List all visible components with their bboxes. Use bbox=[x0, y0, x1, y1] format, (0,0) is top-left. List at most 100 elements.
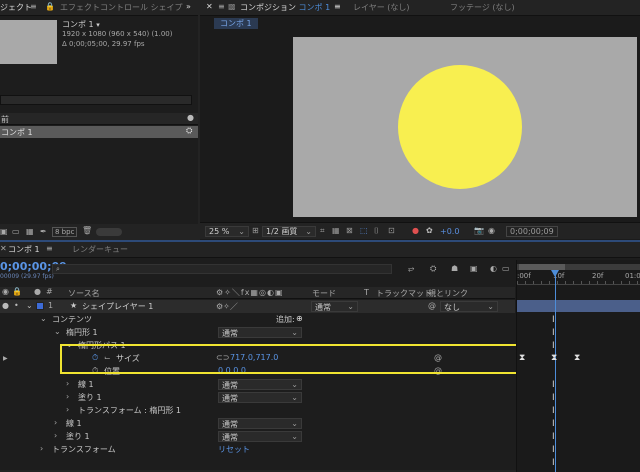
tab-comp[interactable]: コンポ 1 bbox=[8, 244, 40, 255]
camera-snapshot-icon[interactable]: 📷 bbox=[474, 226, 484, 235]
tab-render-queue[interactable]: レンダーキュー bbox=[72, 244, 128, 255]
graph-editor-icon[interactable]: ▭ bbox=[502, 264, 510, 273]
layer-row[interactable]: ● • ⌄ 1 ★ シェイプレイヤー 1 ⚙✧／ 通常 ⌄ @ なし ⌄ bbox=[0, 300, 515, 313]
stroke-mode-dropdown[interactable]: 通常 ⌄ bbox=[218, 379, 302, 390]
fill2-mode-dropdown[interactable]: 通常 ⌄ bbox=[218, 431, 302, 442]
interpret-footage-icon[interactable]: ▣ bbox=[0, 227, 8, 236]
pen-tool-icon[interactable]: ✒ bbox=[40, 227, 47, 236]
expand-chevron-icon[interactable]: › bbox=[40, 444, 43, 453]
keyframe-size-current[interactable]: ⧗ bbox=[551, 353, 557, 363]
contents-row[interactable]: ⌄ コンテンツ 追加: ⊕ bbox=[0, 313, 515, 326]
tab-project[interactable]: ジェクト bbox=[0, 2, 32, 13]
lock-icon[interactable]: 🔒 bbox=[45, 2, 55, 11]
region-of-interest-icon[interactable]: ⬚ bbox=[360, 226, 368, 235]
expand-chevron-icon[interactable]: ⌄ bbox=[26, 301, 33, 310]
lock-column-icon[interactable]: 🔒 bbox=[12, 287, 22, 296]
comp-name-dropdown-icon[interactable]: ▾ bbox=[96, 21, 100, 29]
playhead-head[interactable] bbox=[551, 270, 559, 277]
pickwhip-icon[interactable]: @ bbox=[428, 301, 436, 310]
stroke2-row[interactable]: › 線 1 通常 ⌄ bbox=[0, 417, 515, 430]
solo-icon[interactable]: • bbox=[14, 301, 19, 310]
mode-header[interactable]: モード bbox=[312, 288, 336, 299]
snapshot-grid-icon[interactable]: ⊞ bbox=[252, 226, 259, 235]
channel-rgb-icon[interactable]: ● bbox=[412, 226, 419, 235]
parent-dropdown[interactable]: なし ⌄ bbox=[440, 301, 498, 312]
playhead-line[interactable] bbox=[555, 270, 556, 472]
expand-chevron-icon[interactable]: › bbox=[66, 379, 69, 388]
av-toggle-icon[interactable]: ◉ bbox=[2, 287, 9, 296]
show-snapshot-icon[interactable]: ◉ bbox=[488, 226, 495, 235]
keyframe-nav-arrow-icon[interactable]: ▶ bbox=[3, 355, 8, 362]
project-item-comp[interactable]: コンポ 1 ⛭ bbox=[0, 126, 198, 138]
reset-link[interactable]: リセット bbox=[218, 444, 250, 455]
label-tag-icon[interactable]: ● bbox=[187, 113, 194, 122]
layer-name[interactable]: シェイプレイヤー 1 bbox=[82, 301, 153, 312]
tab-footage[interactable]: フッテージ (なし) bbox=[450, 2, 515, 13]
stroke-row[interactable]: › 線 1 通常 ⌄ bbox=[0, 378, 515, 391]
motion-blur-icon[interactable]: ◐ bbox=[490, 264, 497, 273]
flowchart-icon[interactable]: ⛭ bbox=[186, 126, 192, 136]
timeline-search-input[interactable]: ⌕ bbox=[52, 264, 392, 274]
new-comp-icon[interactable]: ▦ bbox=[26, 227, 34, 236]
close-icon[interactable]: ✕ bbox=[206, 2, 213, 11]
ellipse-shape[interactable] bbox=[398, 65, 522, 189]
visibility-eye-icon[interactable]: ● bbox=[2, 301, 9, 310]
trash-icon[interactable]: 🗑 bbox=[82, 226, 92, 235]
expand-chevron-icon[interactable]: ⌄ bbox=[54, 327, 61, 336]
add-label[interactable]: 追加: bbox=[276, 314, 295, 325]
tab-effect-controls[interactable]: エフェクトコントロール シェイプ bbox=[60, 2, 183, 13]
color-management-icon[interactable]: ✿ bbox=[426, 226, 433, 235]
tab-layer[interactable]: レイヤー (なし) bbox=[353, 2, 410, 13]
new-folder-icon[interactable]: ▭ bbox=[12, 227, 20, 236]
expand-chevron-icon[interactable]: ⌄ bbox=[40, 314, 47, 323]
expand-chevron-icon[interactable]: › bbox=[54, 418, 57, 427]
zoom-dropdown[interactable]: 25 % ⌄ bbox=[205, 226, 249, 237]
frame-blending-icon[interactable]: ▣ bbox=[470, 264, 478, 273]
close-icon[interactable]: ✕ bbox=[0, 244, 7, 253]
transform-row[interactable]: › トランスフォーム リセット bbox=[0, 443, 515, 456]
layer-switches-icon[interactable]: ⚙✧／ bbox=[216, 301, 238, 312]
fill-row[interactable]: › 塗り 1 通常 ⌄ bbox=[0, 391, 515, 404]
add-plus-icon[interactable]: ⊕ bbox=[296, 314, 303, 323]
t-header[interactable]: T bbox=[364, 288, 369, 297]
fast-preview-icon[interactable]: ⌗ bbox=[320, 226, 325, 236]
panel-menu-icon[interactable]: ≡ bbox=[218, 2, 225, 11]
project-search-field[interactable] bbox=[0, 95, 192, 105]
flow-toggle[interactable] bbox=[96, 228, 122, 236]
viewer-breadcrumb[interactable]: コンポ 1 bbox=[214, 18, 258, 29]
track-matte-header[interactable]: トラックマット bbox=[376, 288, 432, 299]
label-column-icon[interactable]: ● bbox=[34, 287, 41, 296]
shy-layers-icon[interactable]: ☗ bbox=[451, 264, 458, 273]
exposure-value[interactable]: +0.0 bbox=[440, 227, 459, 236]
layer-label-color[interactable] bbox=[36, 302, 44, 310]
expand-chevron-icon[interactable]: › bbox=[54, 431, 57, 440]
layer-mode-dropdown[interactable]: 通常 ⌄ bbox=[311, 301, 358, 312]
resolution-dropdown[interactable]: 1/2 画質 ⌄ bbox=[262, 226, 316, 237]
parent-header[interactable]: 親とリンク bbox=[428, 288, 468, 299]
lock-icon[interactable]: ▩ bbox=[228, 2, 236, 11]
composition-canvas[interactable] bbox=[293, 37, 637, 217]
ellipse-transform-row[interactable]: › トランスフォーム : 楕円形 1 bbox=[0, 404, 515, 417]
keyframe-size-end[interactable]: ⧗ bbox=[574, 353, 580, 363]
source-name-header[interactable]: ソース名 bbox=[68, 288, 100, 299]
expand-chevron-icon[interactable]: › bbox=[66, 392, 69, 401]
3d-view-icon[interactable]: ⊡ bbox=[388, 226, 395, 235]
transparency-grid-icon[interactable]: ▦ bbox=[332, 226, 340, 235]
draft-3d-icon[interactable]: ⛭ bbox=[430, 264, 436, 274]
ellipse-group-row[interactable]: ⌄ 楕円形 1 通常 ⌄ bbox=[0, 326, 515, 339]
panel-menu-icon[interactable]: ≡ bbox=[30, 2, 37, 11]
keyframe-size-start[interactable]: ⧗ bbox=[519, 353, 525, 363]
stroke2-mode-dropdown[interactable]: 通常 ⌄ bbox=[218, 418, 302, 429]
bpc-button[interactable]: 8 bpc bbox=[52, 227, 78, 237]
fill-mode-dropdown[interactable]: 通常 ⌄ bbox=[218, 392, 302, 403]
mask-visibility-icon[interactable]: ⊠ bbox=[346, 226, 353, 235]
column-name-label[interactable]: 前 bbox=[1, 114, 9, 125]
timeline-track-area[interactable]: :00f 10f 20f 01:00 I I I I I I I I I I ⧗… bbox=[516, 260, 640, 472]
tab-menu-icon[interactable]: ≡ bbox=[46, 244, 53, 253]
panel-overflow-icon[interactable]: » bbox=[186, 2, 191, 11]
tab-menu-icon[interactable]: ≡ bbox=[334, 2, 341, 11]
expand-chevron-icon[interactable]: › bbox=[66, 405, 69, 414]
viewer-timecode[interactable]: 0;00;00;09 bbox=[506, 226, 558, 237]
ellipse-mode-dropdown[interactable]: 通常 ⌄ bbox=[218, 327, 302, 338]
comp-mini-flowchart-icon[interactable]: ⥂ bbox=[408, 264, 414, 274]
